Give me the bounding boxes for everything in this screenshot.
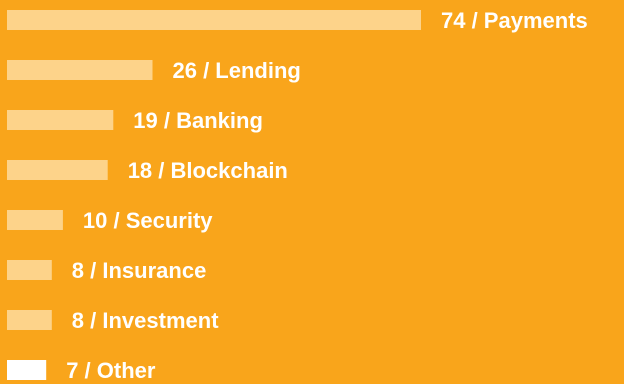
- bar-insurance: [7, 260, 52, 280]
- bar-label-security: 10 / Security: [83, 208, 213, 233]
- bar-chart: 74 / Payments 26 / Lending 19 / Banking 18 …: [7, 8, 588, 383]
- bar-label-other: 7 / Other: [66, 358, 156, 383]
- bar-banking: [7, 110, 114, 130]
- bar-investment: [7, 310, 52, 330]
- bar-security: [7, 210, 63, 230]
- bar-label-payments: 74 / Payments: [441, 8, 588, 33]
- bar-other: [7, 360, 47, 380]
- bar-blockchain: [7, 160, 108, 180]
- bar-label-investment: 8 / Investment: [72, 308, 219, 333]
- bar-label-lending: 26 / Lending: [173, 58, 301, 83]
- bar-lending: [7, 60, 153, 80]
- bar-label-insurance: 8 / Insurance: [72, 258, 207, 283]
- bar-payments: [7, 10, 421, 30]
- bar-label-banking: 19 / Banking: [133, 108, 263, 133]
- bar-label-blockchain: 18 / Blockchain: [128, 158, 288, 183]
